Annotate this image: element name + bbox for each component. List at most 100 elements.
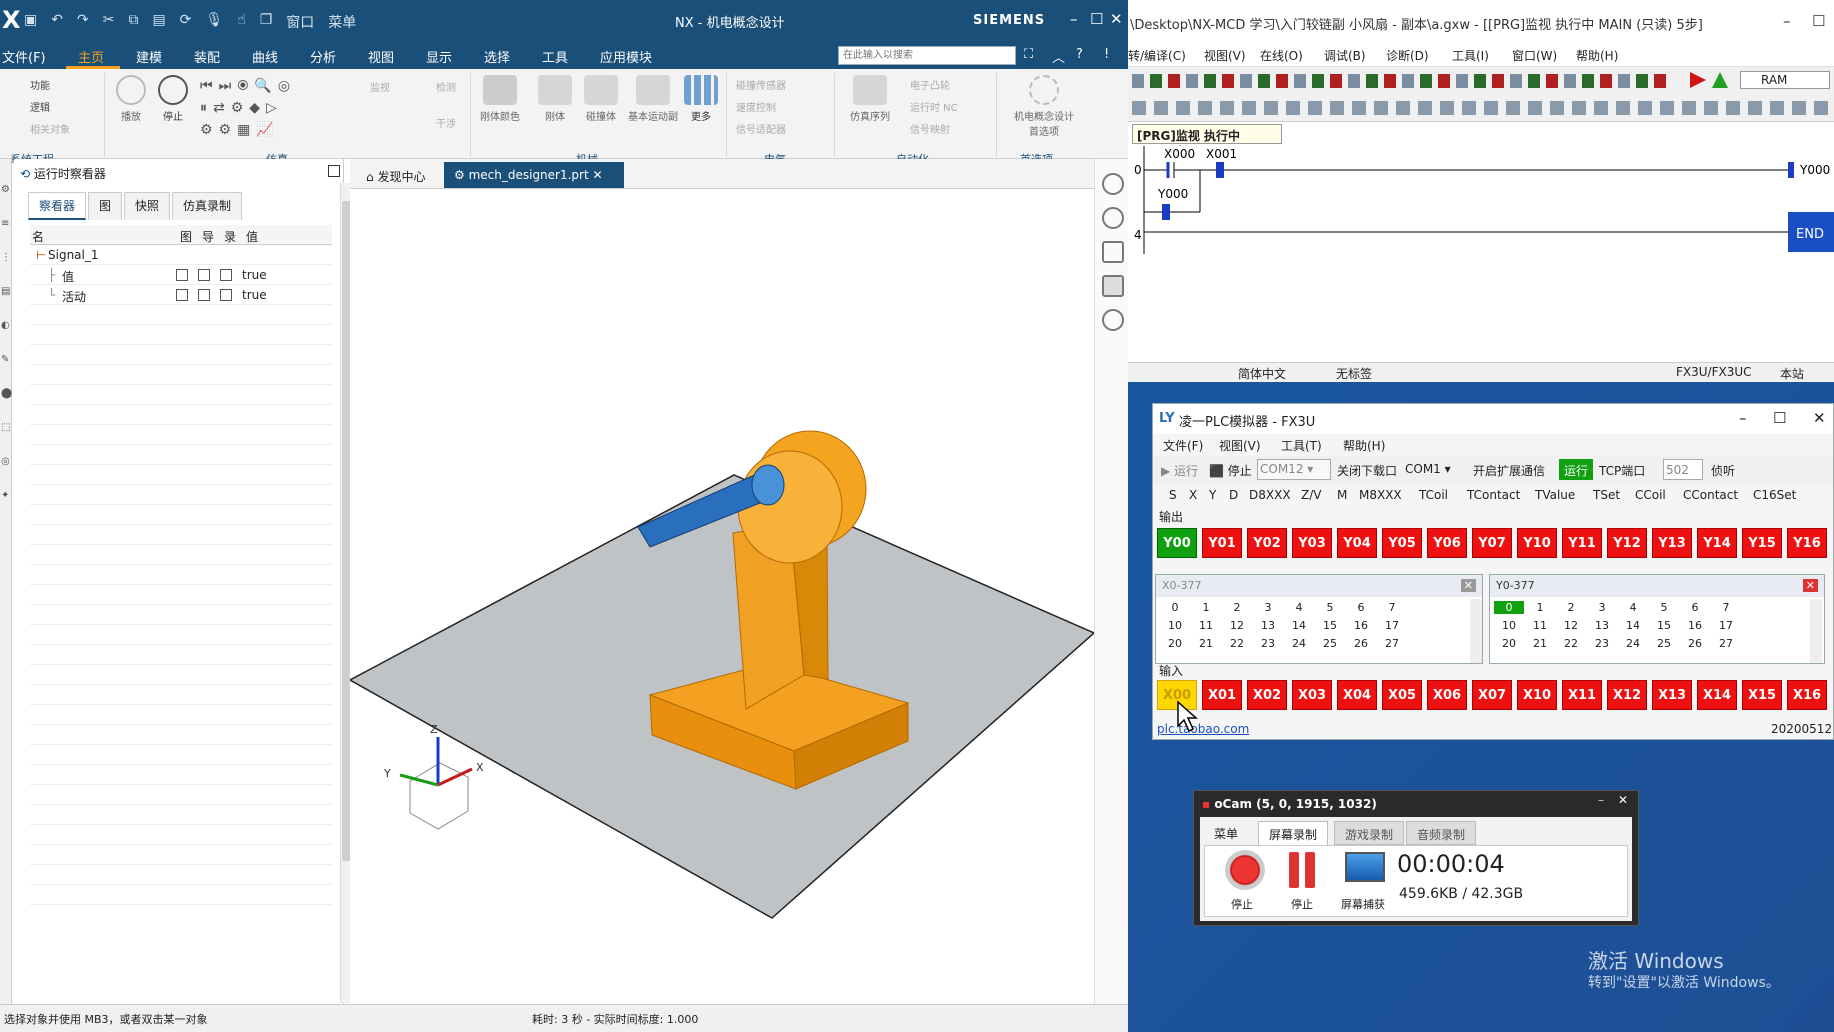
memory-select[interactable]: RAM [1740,71,1830,89]
menu-home[interactable]: 主页 [78,47,104,66]
monitor-cell[interactable]: 17 [1711,619,1741,632]
record-checkbox[interactable] [220,269,232,281]
export-checkbox[interactable] [198,289,210,301]
sim-sequence-button[interactable]: 仿真序列 [850,75,890,123]
input-button-x10[interactable]: X10 [1517,680,1557,710]
monitor-cell[interactable]: 0 [1160,601,1190,614]
window-icon[interactable]: ❐ [260,12,273,32]
close-icon[interactable]: ✕ [1110,10,1123,28]
record-stop-icon[interactable] [1225,850,1265,890]
electronic-cam-button[interactable]: 电子凸轮 [910,77,950,92]
shaded-view-icon[interactable] [1102,275,1124,297]
monitor-cell[interactable]: 12 [1222,619,1252,632]
output-lamp-y12[interactable]: Y12 [1607,528,1647,558]
pause-icon[interactable] [1289,852,1299,888]
register-tab[interactable]: C16Set [1753,488,1796,502]
output-lamp-y15[interactable]: Y15 [1742,528,1782,558]
output-lamp-y14[interactable]: Y14 [1697,528,1737,558]
menu-curve[interactable]: 曲线 [252,47,278,66]
input-button-x02[interactable]: X02 [1247,680,1287,710]
body-color-button[interactable]: 刚体颜色 [480,75,520,123]
command-search-input[interactable] [838,46,1016,65]
monitor-cell[interactable]: 21 [1525,637,1555,650]
no-select-icon[interactable] [1102,309,1124,331]
monitor-cell[interactable]: 6 [1680,601,1710,614]
tab-game-record[interactable]: 游戏录制 [1334,821,1405,845]
monitor-cell[interactable]: 2 [1222,601,1252,614]
menu-tools[interactable]: 工具(T) [1281,437,1322,454]
menu-debug[interactable]: 调试(B) [1324,47,1366,64]
speed-control-button[interactable]: 速度控制 [736,99,776,114]
output-lamp-y04[interactable]: Y04 [1337,528,1377,558]
monitor-cell[interactable]: 4 [1618,601,1648,614]
monitor-button[interactable]: 监视 [370,79,390,94]
screen-capture-icon[interactable] [1345,852,1385,882]
taobao-link[interactable]: plc.taobao.com [1157,722,1249,736]
save-icon[interactable]: ▣ [24,12,37,32]
menu-window[interactable]: 窗口(W) [1512,47,1557,64]
menu-tools[interactable]: 工具 [542,47,568,66]
logic-button[interactable]: 逻辑 [30,99,50,114]
rigid-body-button[interactable]: 刚体 [538,75,572,123]
monitor-cell[interactable]: 4 [1284,601,1314,614]
output-lamp-y01[interactable]: Y01 [1202,528,1242,558]
contact-y000[interactable] [1162,204,1170,220]
resource-bar-icons[interactable]: ⚙ ≡ ⋮ ▤ ◐ ✎ ⬤ ⬚ ◎ ✦ [1,173,12,513]
listen-button[interactable]: 侦听 [1711,462,1735,479]
redo-icon[interactable]: ↷ [77,12,89,32]
monitor-cell[interactable]: 25 [1315,637,1345,650]
menu-tools[interactable]: 工具(I) [1452,47,1489,64]
input-button-x03[interactable]: X03 [1292,680,1332,710]
window-menu[interactable]: 窗口 [286,12,314,32]
output-lamp-y00[interactable]: Y00 [1157,528,1197,558]
export-checkbox[interactable] [198,269,210,281]
tab-menu[interactable]: 菜单 [1204,821,1248,845]
close-tab-icon[interactable]: ✕ [589,168,603,182]
minimize-icon[interactable]: – [1070,10,1078,28]
register-tab[interactable]: TValue [1535,488,1575,502]
close-icon[interactable]: ✕ [1813,409,1826,427]
register-tab[interactable]: Z/V [1301,488,1321,502]
menu-select[interactable]: 选择 [484,47,510,66]
monitor-cell[interactable]: 1 [1191,601,1221,614]
pause-view-icon[interactable] [1102,207,1124,229]
menu-modeling[interactable]: 建模 [136,47,162,66]
step-icon[interactable] [1712,72,1728,88]
function-button[interactable]: 功能 [30,77,50,92]
ladder-editor[interactable]: 0 4 X000 X001 Y000 Y000 END [1128,146,1834,362]
register-tab[interactable]: Y [1209,488,1216,502]
minimize-icon[interactable]: – [1739,409,1747,427]
run-button[interactable]: ▶ 运行 [1161,462,1198,479]
output-lamp-y05[interactable]: Y05 [1382,528,1422,558]
monitor-cell[interactable]: 11 [1191,619,1221,632]
program-tab[interactable]: [PRG]监视 执行中 MAIN (... ✕ [1132,124,1282,158]
register-tab[interactable]: X [1189,488,1197,502]
repeat-icon[interactable]: ⟳ [180,12,192,32]
register-tab[interactable]: TSet [1593,488,1620,502]
monitor-cell[interactable]: 7 [1377,601,1407,614]
minimize-icon[interactable]: – [1783,12,1791,30]
toolbar-icon-strip[interactable] [1132,74,1672,88]
monitor-cell[interactable]: 20 [1494,637,1524,650]
graphics-viewport[interactable]: Z X Y [348,188,1096,1004]
register-tab[interactable]: TCoil [1419,488,1448,502]
monitor-cell[interactable]: 13 [1587,619,1617,632]
menu-diagnostics[interactable]: 诊断(D) [1386,47,1429,64]
monitor-cell[interactable]: 17 [1377,619,1407,632]
maximize-icon[interactable]: ☐ [1090,10,1103,28]
menu-view[interactable]: 视图(V) [1204,47,1246,64]
alert-icon[interactable]: ! [1104,47,1109,62]
collision-body-button[interactable]: 碰撞体 [584,75,618,123]
monitor-cell[interactable]: 25 [1649,637,1679,650]
monitor-cell[interactable]: 20 [1160,637,1190,650]
monitor-cell[interactable]: 7 [1711,601,1741,614]
monitor-cell[interactable]: 26 [1346,637,1376,650]
monitor-cell[interactable]: 27 [1711,637,1741,650]
monitor-cell[interactable]: 24 [1618,637,1648,650]
related-objects-button[interactable]: 相关对象 [30,121,70,136]
monitor-cell[interactable]: 12 [1556,619,1586,632]
run-icon[interactable] [1690,72,1706,88]
output-lamp-y13[interactable]: Y13 [1652,528,1692,558]
graph-checkbox[interactable] [176,269,188,281]
menu-analysis[interactable]: 分析 [310,47,336,66]
